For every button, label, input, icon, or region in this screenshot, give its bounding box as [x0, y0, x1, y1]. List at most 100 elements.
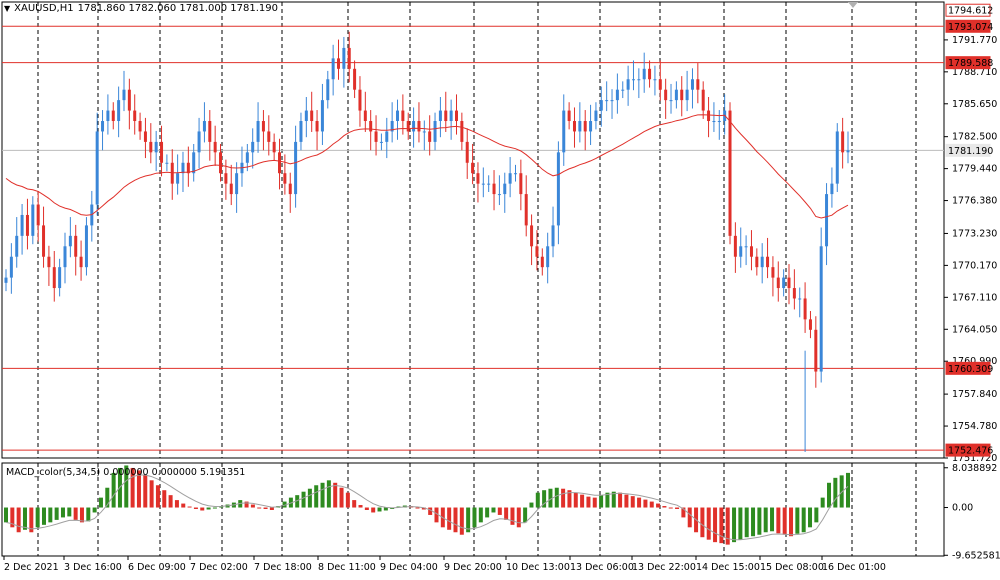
candle-body [674, 89, 678, 101]
candle-body [503, 183, 507, 195]
candle-body [4, 277, 8, 283]
candle-body [530, 225, 534, 247]
macd-histogram-bar [4, 507, 8, 523]
candle-body [208, 121, 212, 142]
macd-histogram-bar [67, 507, 72, 517]
macd-histogram-bar [352, 500, 357, 508]
candle-body [766, 256, 770, 268]
time-tick-label: 10 Dec 13:00 [506, 562, 570, 573]
macd-histogram-bar [573, 492, 578, 508]
time-tick-label: 16 Dec 01:00 [822, 562, 886, 573]
macd-histogram-bar [510, 507, 515, 525]
candle-body [363, 110, 367, 122]
macd-histogram-bar [377, 507, 382, 512]
candle-body [25, 214, 29, 236]
macd-histogram-bar [16, 507, 21, 533]
candle-body [52, 267, 56, 289]
collapse-triangle-icon[interactable]: ▼ [4, 4, 10, 13]
macd-histogram-bar [472, 507, 477, 528]
candle-body [58, 267, 62, 289]
candle-body [497, 194, 501, 196]
candle-body [358, 89, 362, 111]
price-tick-label: 1770.170 [952, 260, 997, 271]
macd-histogram-bar [751, 507, 756, 537]
candle-body [278, 152, 282, 174]
candle-body [476, 173, 480, 184]
macd-histogram-bar [168, 495, 173, 508]
candle-body [717, 121, 721, 123]
macd-histogram-bar [358, 505, 363, 508]
macd-histogram-bar [60, 507, 65, 518]
macd-histogram-bar [719, 507, 724, 544]
price-level-label: 1752.476 [948, 446, 993, 457]
price-pane[interactable] [1, 1, 945, 459]
macd-histogram-bar [675, 507, 680, 510]
candle-body [235, 173, 239, 195]
candle-body [701, 89, 705, 111]
macd-histogram-bar [808, 507, 813, 528]
candle-body [589, 121, 593, 132]
macd-histogram-bar [174, 500, 179, 508]
macd-histogram-bar [649, 501, 654, 508]
candle-body [637, 79, 641, 81]
candle-body [567, 110, 571, 122]
candle-body [149, 141, 153, 153]
candle-body [245, 152, 249, 163]
candle-body [154, 141, 158, 153]
macd-histogram-bar [700, 507, 705, 538]
time-tick-label: 6 Dec 09:00 [128, 562, 186, 573]
chart-canvas[interactable]: 1791.7701788.7101785.6501782.5001779.440… [0, 0, 1000, 580]
macd-histogram-bar [643, 499, 648, 508]
candle-body [454, 110, 458, 122]
candle-body [310, 110, 314, 122]
candle-body [519, 173, 523, 195]
macd-histogram-bar [485, 507, 490, 518]
candle-body [288, 183, 292, 195]
macd-histogram-bar [744, 507, 749, 538]
macd-histogram-bar [535, 492, 540, 508]
candle-body [841, 131, 845, 153]
candle-body [176, 173, 180, 184]
candle-body [728, 110, 732, 236]
macd-tick-label: -9.652581 [952, 550, 1000, 561]
candle-body [428, 131, 432, 142]
macd-histogram-bar [314, 485, 319, 508]
candle-body [744, 246, 748, 248]
candle-body [84, 225, 88, 268]
candle-body [615, 89, 619, 101]
candle-body [605, 100, 609, 102]
candle-body [465, 141, 469, 163]
candle-body [749, 246, 753, 257]
macd-histogram-bar [618, 492, 623, 508]
macd-histogram-bar [732, 507, 737, 543]
candle-body [535, 246, 539, 257]
candle-body [95, 131, 99, 205]
macd-histogram-bar [307, 488, 312, 508]
time-tick-label: 13 Dec 06:00 [570, 562, 634, 573]
macd-histogram-bar [143, 475, 148, 508]
candle-body [202, 121, 206, 132]
candle-body [294, 141, 298, 195]
price-tick-label: 1764.050 [952, 324, 997, 335]
candle-body [733, 235, 737, 257]
candle-body [122, 89, 126, 101]
candle-body [792, 288, 796, 299]
price-level-label: 1781.190 [948, 146, 993, 157]
candle-body [74, 235, 78, 257]
candle-body [438, 110, 442, 122]
macd-histogram-bar [504, 507, 509, 520]
candle-body [803, 298, 807, 320]
price-level-label: 1794.612 [948, 6, 993, 17]
candle-body [213, 141, 217, 153]
candle-body [814, 329, 818, 372]
macd-histogram-bar [187, 506, 192, 508]
candle-body [653, 79, 657, 81]
macd-histogram-bar [212, 507, 217, 509]
candle-body [524, 194, 528, 226]
macd-histogram-bar [630, 496, 635, 508]
macd-tick-label: 0.00 [952, 503, 973, 514]
candle-body [192, 152, 196, 174]
candle-body [272, 141, 276, 153]
candle-body [315, 121, 319, 132]
macd-histogram-bar [371, 507, 376, 513]
